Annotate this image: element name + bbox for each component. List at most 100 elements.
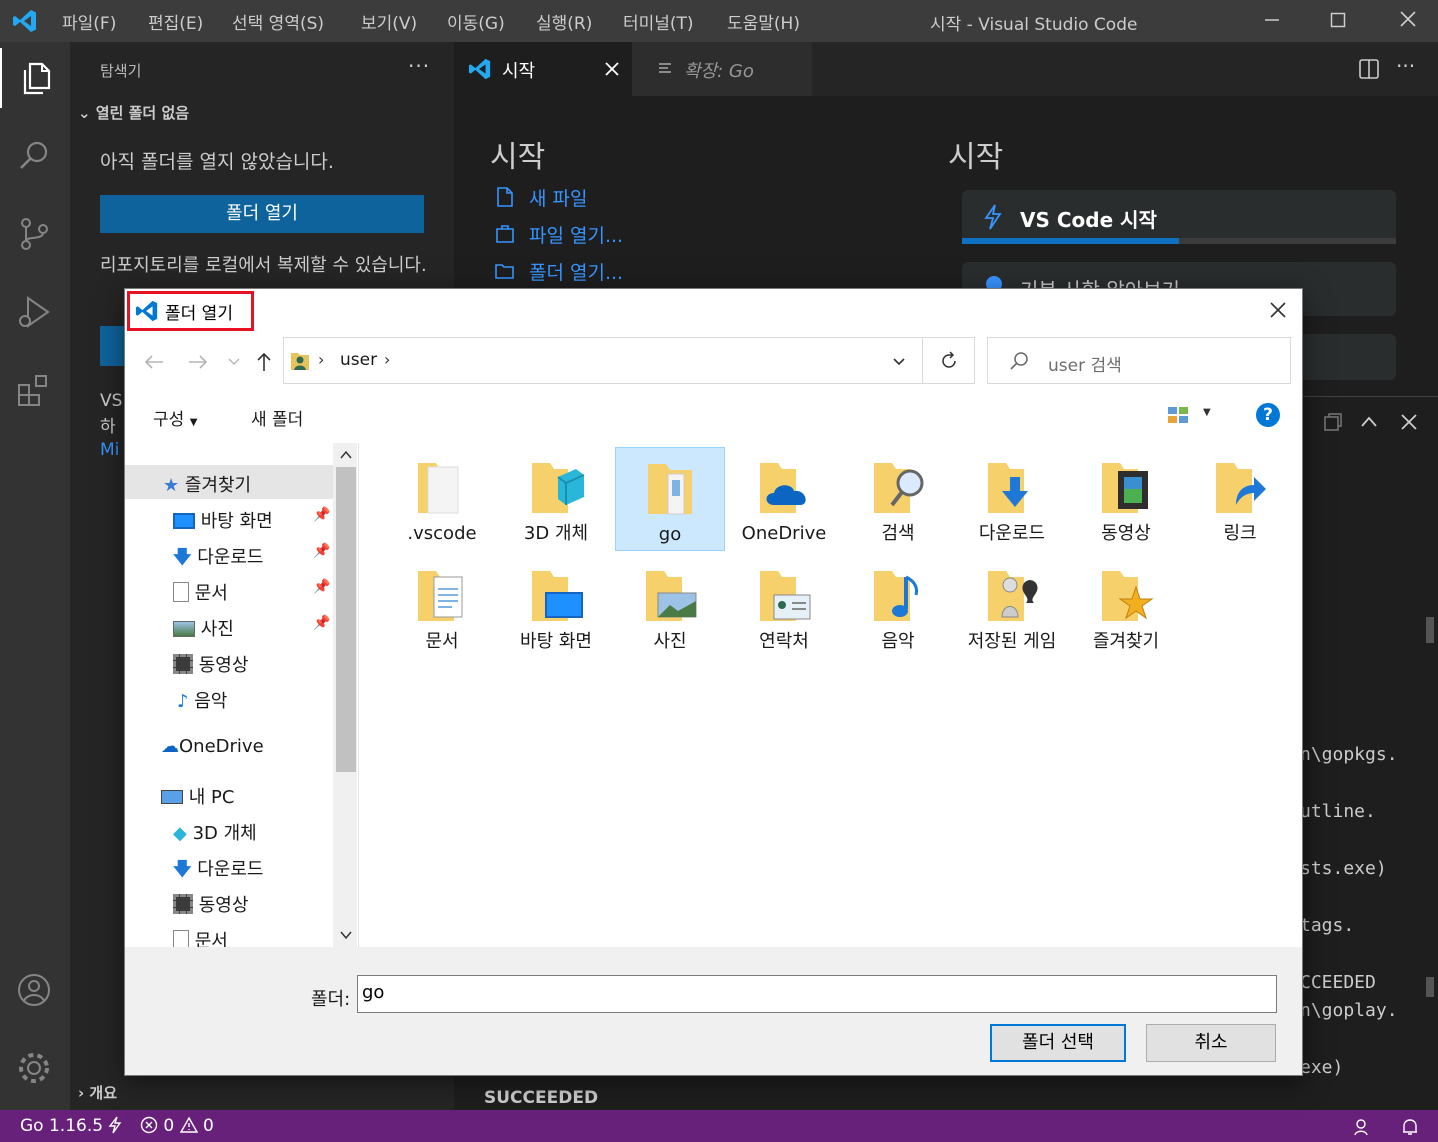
open-folder-link[interactable]: 폴더 열기... — [529, 258, 623, 285]
folder-item[interactable]: 연락처 — [729, 555, 839, 659]
scroll-down-icon[interactable] — [339, 929, 353, 941]
tree-item-documents[interactable]: 문서 — [173, 579, 228, 605]
activity-search[interactable] — [0, 126, 70, 186]
terminal-scrollbar-2[interactable] — [1426, 977, 1434, 997]
folder-item[interactable]: 동영상 — [1071, 447, 1181, 551]
source-control-icon — [21, 218, 48, 250]
close-icon[interactable] — [1269, 301, 1287, 319]
breadcrumb-separator: › — [384, 350, 391, 369]
cancel-button[interactable]: 취소 — [1146, 1024, 1276, 1062]
chevron-down-icon[interactable] — [892, 355, 906, 369]
folder-item[interactable]: 즐겨찾기 — [1071, 555, 1181, 659]
new-folder-button[interactable]: 새 폴더 — [251, 405, 303, 430]
folder-item[interactable]: 검색 — [843, 447, 953, 551]
folder-favorites-icon — [1102, 571, 1154, 621]
search-box[interactable]: user 검색 — [987, 337, 1291, 384]
close-tab-icon[interactable] — [604, 61, 620, 77]
tree-item-downloads-pc[interactable]: 🡇 다운로드 — [173, 855, 264, 887]
activity-run-debug[interactable] — [0, 282, 70, 342]
folder-item[interactable]: 링크 — [1185, 447, 1295, 551]
view-options-icon[interactable] — [1167, 405, 1189, 425]
menu-run[interactable]: 실행(R) — [536, 9, 592, 34]
help-icon[interactable]: ? — [1256, 403, 1280, 427]
folder-item[interactable]: OneDrive — [729, 447, 839, 551]
address-bar[interactable]: › user › — [283, 337, 923, 384]
activity-manage[interactable] — [0, 1040, 70, 1100]
maximize-button[interactable] — [1318, 4, 1358, 38]
tree-item-downloads[interactable]: 🡇 다운로드 — [173, 543, 264, 575]
view-dropdown-icon[interactable]: ▼ — [1203, 407, 1211, 418]
select-folder-button[interactable]: 폴더 선택 — [990, 1024, 1126, 1062]
activity-explorer[interactable] — [0, 48, 70, 108]
tree-item-videos[interactable]: 동영상 — [173, 651, 248, 677]
folder-item[interactable]: 저장된 게임 — [957, 555, 1067, 685]
terminal-line: n\goplay. — [1300, 1000, 1398, 1021]
music-icon: ♪ — [177, 691, 189, 712]
tree-item-3d-objects[interactable]: ◆ 3D 개체 — [173, 819, 257, 845]
back-arrow-icon[interactable] — [143, 351, 165, 373]
go-version[interactable]: Go 1.16.5 — [20, 1116, 122, 1136]
folder-name-input[interactable]: go — [357, 975, 1277, 1013]
docs-link[interactable]: Mi — [100, 440, 119, 460]
tree-item-onedrive[interactable]: ☁OneDrive — [161, 736, 264, 757]
tree-item-pictures[interactable]: 사진 — [173, 615, 234, 641]
terminal-scrollbar[interactable] — [1426, 617, 1434, 643]
folder-item-selected[interactable]: go — [615, 447, 725, 551]
tree-item-this-pc[interactable]: 내 PC — [161, 783, 234, 809]
open-folder-button[interactable]: 폴더 열기 — [100, 195, 424, 233]
menu-edit[interactable]: 편집(E) — [148, 9, 203, 34]
problems-indicator[interactable]: 0 0 — [140, 1116, 214, 1136]
walkthrough-card-vscode[interactable]: VS Code 시작 — [962, 190, 1396, 244]
bell-icon[interactable] — [1400, 1117, 1420, 1137]
folder-item[interactable]: 바탕 화면 — [501, 555, 611, 659]
chevron-up-icon[interactable] — [1360, 413, 1378, 431]
folder-item[interactable]: 다운로드 — [957, 447, 1067, 551]
menu-view[interactable]: 보기(V) — [361, 9, 417, 34]
open-file-link[interactable]: 파일 열기... — [529, 221, 623, 248]
lightning-icon — [984, 204, 1002, 230]
menu-terminal[interactable]: 터미널(T) — [623, 9, 694, 34]
feedback-icon[interactable] — [1354, 1117, 1374, 1137]
clone-repository-button[interactable] — [100, 326, 124, 366]
menu-selection[interactable]: 선택 영역(S) — [232, 9, 324, 34]
folder-item[interactable]: 문서 — [387, 555, 497, 659]
tree-item-favorites[interactable]: ★ 즐겨찾기 — [163, 471, 251, 497]
forward-arrow-icon[interactable] — [187, 351, 209, 373]
menu-help[interactable]: 도움말(H) — [727, 9, 800, 34]
tree-item-music[interactable]: ♪ 음악 — [177, 687, 227, 713]
menu-go[interactable]: 이동(G) — [447, 9, 505, 34]
activity-accounts[interactable] — [0, 962, 70, 1022]
up-arrow-icon[interactable] — [253, 351, 275, 373]
folder-item[interactable]: 음악 — [843, 555, 953, 659]
activity-source-control[interactable] — [0, 204, 70, 264]
folder-item[interactable]: 3D 개체 — [501, 447, 611, 551]
tree-scroll-thumb[interactable] — [336, 467, 356, 772]
new-file-link[interactable]: 새 파일 — [529, 184, 587, 211]
no-folder-section[interactable]: ⌄ 열린 폴더 없음 — [78, 102, 189, 123]
scroll-up-icon[interactable] — [339, 449, 353, 461]
tree-item-documents-pc[interactable]: 문서 — [173, 927, 228, 947]
cloud-icon: ☁ — [161, 736, 179, 757]
more-actions-icon[interactable]: ··· — [408, 54, 430, 78]
folder-item[interactable]: 사진 — [615, 555, 725, 659]
tree-item-desktop[interactable]: 바탕 화면 — [173, 507, 273, 533]
tree-item-label: 바탕 화면 — [200, 511, 273, 532]
close-window-button[interactable] — [1388, 4, 1428, 38]
close-panel-icon[interactable] — [1400, 413, 1418, 431]
tab-extension-go[interactable]: 확장: Go — [632, 42, 812, 96]
recent-dropdown-icon[interactable] — [227, 355, 241, 369]
split-editor-icon[interactable] — [1358, 58, 1380, 80]
breadcrumb-user[interactable]: user — [340, 350, 377, 370]
organize-menu[interactable]: 구성 ▼ — [153, 405, 197, 430]
tab-welcome[interactable]: 시작 — [454, 42, 632, 96]
tree-item-label: 사진 — [200, 619, 234, 640]
maximize-panel-icon[interactable] — [1322, 411, 1344, 433]
minimize-button[interactable] — [1252, 4, 1292, 38]
more-actions-icon[interactable]: ··· — [1396, 54, 1415, 78]
tree-item-videos-pc[interactable]: 동영상 — [173, 891, 248, 917]
folder-item[interactable]: .vscode — [387, 447, 497, 551]
menu-file[interactable]: 파일(F) — [62, 9, 116, 34]
outline-section[interactable]: › 개요 — [78, 1082, 117, 1103]
activity-extensions[interactable] — [0, 360, 70, 420]
refresh-button[interactable] — [923, 337, 975, 384]
